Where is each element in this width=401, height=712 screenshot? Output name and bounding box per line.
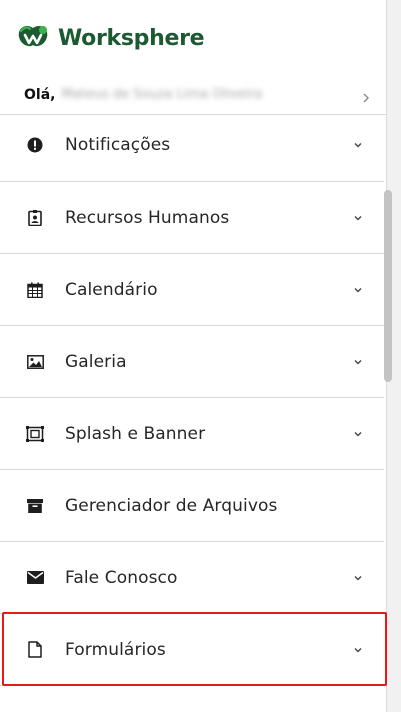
worksphere-logo-icon	[16, 25, 50, 51]
menu-item-fale-conosco[interactable]: Fale Conosco	[0, 542, 384, 614]
chevron-down-icon[interactable]	[352, 284, 364, 296]
calendar-icon	[26, 281, 44, 299]
envelope-icon	[26, 569, 44, 587]
menu-item-gerenciador-de-arquivos[interactable]: Gerenciador de Arquivos	[0, 470, 384, 542]
chevron-down-icon[interactable]	[352, 212, 364, 224]
brand-logo[interactable]: Worksphere	[16, 20, 205, 56]
brand-name: Worksphere	[58, 25, 205, 51]
image-icon	[26, 353, 44, 371]
chevron-down-icon[interactable]	[352, 139, 364, 151]
menu-item-label: Galeria	[65, 351, 127, 372]
menu-item-label: Formulários	[65, 639, 166, 660]
sidebar-menu: Worksphere Olá, Mateus de Souza Lima Oli…	[0, 0, 387, 712]
chevron-down-icon[interactable]	[352, 572, 364, 584]
chevron-down-icon[interactable]	[352, 356, 364, 368]
greeting-label: Olá,	[24, 86, 56, 103]
chevron-down-icon[interactable]	[352, 644, 364, 656]
menu-item-label: Splash e Banner	[65, 423, 206, 444]
menu-item-label: Gerenciador de Arquivos	[65, 495, 278, 516]
id-badge-icon	[26, 209, 44, 227]
menu-item-label: Notificações	[65, 134, 171, 155]
chevron-down-icon[interactable]	[352, 428, 364, 440]
menu-item-formularios[interactable]: Formulários	[0, 614, 384, 686]
archive-box-icon	[26, 497, 44, 515]
menu-item-label: Fale Conosco	[65, 567, 178, 588]
menu-item-splash-e-banner[interactable]: Splash e Banner	[0, 398, 384, 470]
menu-item-label: Calendário	[65, 279, 158, 300]
file-icon	[26, 641, 44, 659]
splash-frame-icon	[26, 425, 44, 443]
menu-item-recursos-humanos[interactable]: Recursos Humanos	[0, 182, 384, 254]
scrollbar-thumb[interactable]	[384, 190, 392, 382]
chevron-right-icon	[361, 88, 371, 107]
app-page: Worksphere Olá, Mateus de Souza Lima Oli…	[0, 0, 401, 712]
alert-circle-icon	[26, 136, 44, 154]
menu-item-label: Recursos Humanos	[65, 207, 230, 228]
menu-item-calendario[interactable]: Calendário	[0, 254, 384, 326]
user-name: Mateus de Souza Lima Oliveira	[61, 87, 263, 102]
menu-item-galeria[interactable]: Galeria	[0, 326, 384, 398]
menu-list: Notificações Recursos Humanos Calendário…	[0, 108, 384, 686]
menu-item-notificacoes[interactable]: Notificações	[0, 108, 384, 182]
